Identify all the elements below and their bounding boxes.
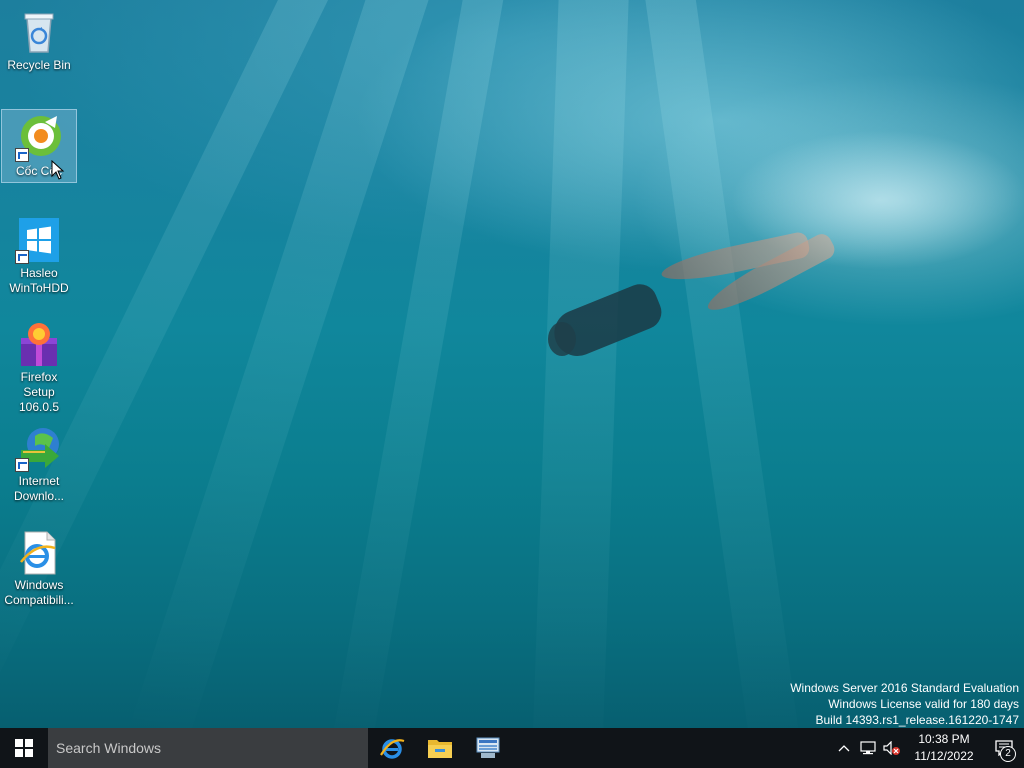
firefox-installer-icon — [15, 320, 63, 368]
taskbar: Search Windows 10:38 PM 11/12/2022 2 — [0, 728, 1024, 768]
shortcut-arrow-icon — [15, 250, 29, 264]
taskbar-internet-explorer[interactable] — [368, 728, 416, 768]
internet-download-manager-icon — [15, 424, 63, 472]
windows-start-icon — [15, 739, 33, 757]
light-ray — [640, 0, 804, 728]
server-manager-icon — [476, 737, 500, 758]
system-tray: 10:38 PM 11/12/2022 2 — [832, 728, 1024, 768]
taskbar-file-explorer[interactable] — [416, 728, 464, 768]
watermark-edition: Windows Server 2016 Standard Evaluation — [790, 681, 1019, 695]
desktop-icon-label: Windows Compatibili... — [4, 578, 74, 607]
desktop-icon-label: Recycle Bin — [7, 58, 71, 72]
search-input[interactable]: Search Windows — [48, 728, 368, 768]
watermark-license: Windows License valid for 180 days — [828, 697, 1019, 711]
desktop-icon-label: Hasleo WinToHDD — [9, 266, 69, 295]
desktop-icon-hasleo-wintohdd[interactable]: Hasleo WinToHDD — [2, 212, 76, 299]
desktop-icon-recycle-bin[interactable]: Recycle Bin — [2, 4, 76, 76]
file-explorer-icon — [428, 740, 452, 758]
taskbar-clock[interactable]: 10:38 PM 11/12/2022 — [912, 731, 976, 765]
search-placeholder: Search Windows — [56, 740, 162, 756]
clock-time: 10:38 PM — [918, 732, 970, 746]
internet-explorer-file-icon — [15, 528, 63, 576]
desktop-wallpaper — [0, 0, 1024, 728]
clock-date: 11/12/2022 — [914, 749, 974, 763]
start-button[interactable] — [0, 728, 48, 768]
internet-explorer-icon — [380, 739, 405, 759]
watermark-build: Build 14393.rs1_release.161220-1747 — [815, 713, 1020, 727]
desktop-icon-label: Firefox Setup 106.0.5 — [18, 370, 60, 414]
desktop-icon-internet-download-manager[interactable]: Internet Downlo... — [2, 420, 76, 507]
mouse-cursor-icon — [51, 159, 65, 185]
notification-count-badge: 2 — [1000, 746, 1016, 762]
show-hidden-icons-chevron-up-icon[interactable] — [832, 728, 856, 768]
taskbar-server-manager[interactable] — [464, 728, 512, 768]
windows-logo-icon — [15, 216, 63, 264]
coc-coc-browser-icon — [15, 114, 63, 162]
desktop-icon-firefox-setup[interactable]: Firefox Setup 106.0.5 — [2, 316, 76, 418]
light-ray — [531, 0, 630, 728]
desktop-icon-windows-compatibility[interactable]: Windows Compatibili... — [2, 524, 76, 611]
volume-muted-icon[interactable] — [880, 728, 904, 768]
swimmer-head — [548, 322, 576, 356]
network-icon[interactable] — [856, 728, 880, 768]
shortcut-arrow-icon — [15, 148, 29, 162]
windows-evaluation-watermark: Windows Server 2016 Standard Evaluation … — [790, 680, 1019, 728]
shortcut-arrow-icon — [15, 458, 29, 472]
action-center-button[interactable]: 2 — [984, 728, 1024, 768]
desktop-icon-label: Internet Downlo... — [13, 474, 65, 503]
recycle-bin-icon — [15, 8, 63, 56]
